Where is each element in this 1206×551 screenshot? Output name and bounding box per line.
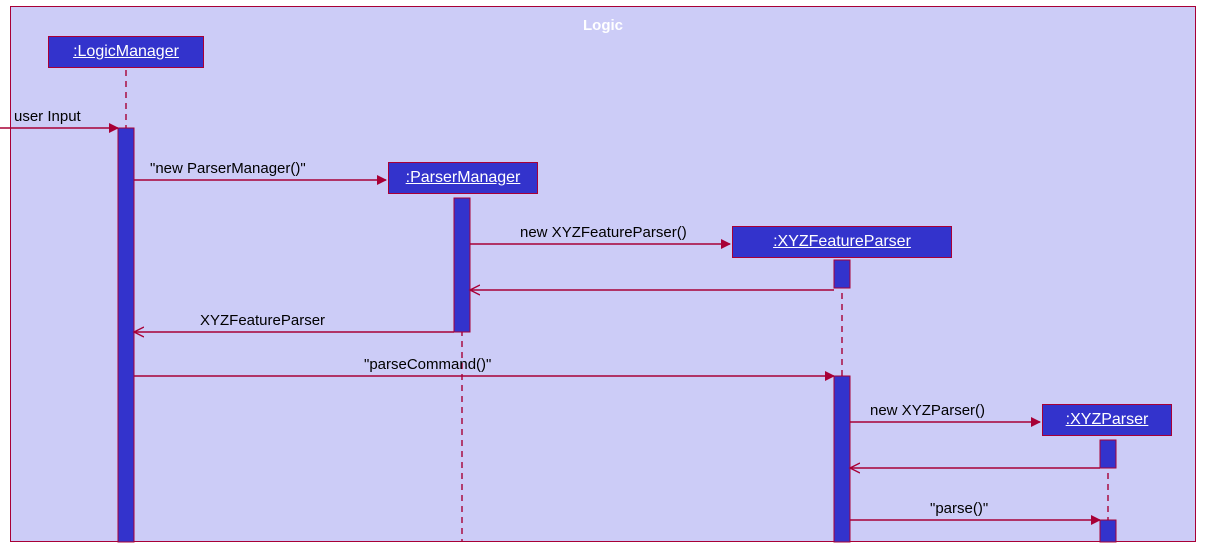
participant-logicmanager: :LogicManager [48,36,204,68]
activation-xyzfeatureparser-1 [834,260,850,288]
msg-label-parse: "parse()" [930,500,988,517]
activation-logicmanager [118,128,134,542]
activation-parsermanager [454,198,470,332]
activation-xyzfeatureparser-2 [834,376,850,542]
msg-label-user-input: user Input [14,108,81,125]
participant-parsermanager: :ParserManager [388,162,538,194]
msg-label-new-xyzfeatureparser: new XYZFeatureParser() [520,224,687,241]
diagram-svg [0,0,1206,551]
activation-xyzparser-1 [1100,440,1116,468]
msg-label-parsecommand: "parseCommand()" [364,356,491,373]
msg-label-return-xyzfeatureparser: XYZFeatureParser [200,312,325,329]
participant-xyzfeatureparser: :XYZFeatureParser [732,226,952,258]
msg-label-new-parsermanager: "new ParserManager()" [150,160,306,177]
msg-label-new-xyzparser: new XYZParser() [870,402,985,419]
sequence-diagram-canvas: Logic [0,0,1206,551]
participant-xyzparser: :XYZParser [1042,404,1172,436]
activation-xyzparser-2 [1100,520,1116,542]
